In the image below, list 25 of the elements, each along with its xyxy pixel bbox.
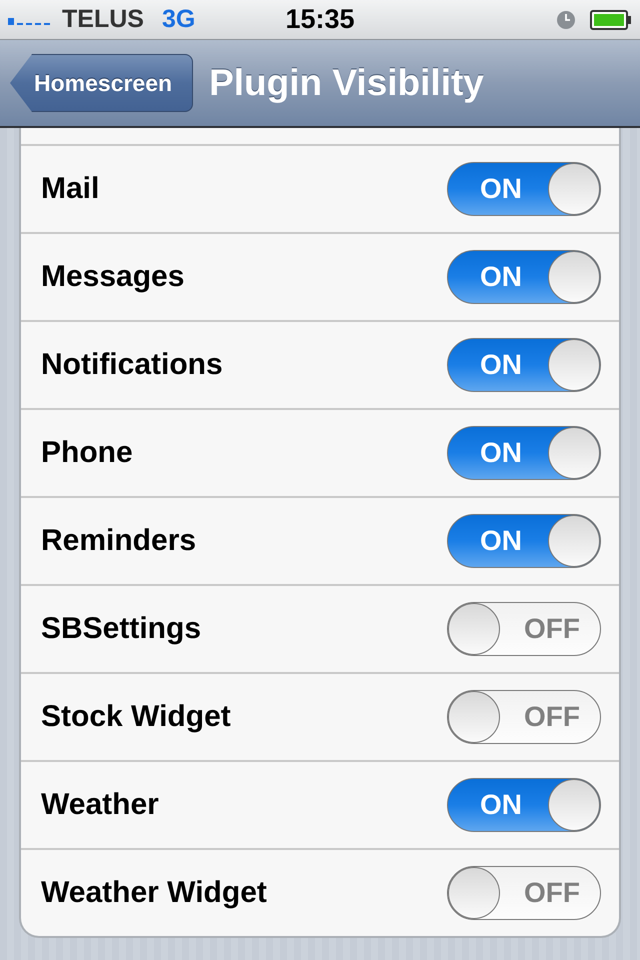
toggle-switch[interactable]: OFF (447, 866, 601, 920)
page-title: Plugin Visibility (209, 62, 484, 104)
clock-icon (556, 10, 576, 30)
battery-icon (590, 10, 632, 30)
row-label: SBSettings (41, 612, 202, 646)
status-time: 15:35 (285, 4, 355, 35)
carrier-name: TELUS (62, 5, 144, 34)
row-label: Stock Widget (41, 700, 231, 734)
toggle-switch[interactable]: ON (447, 250, 601, 304)
row-label: Weather (41, 788, 159, 822)
toggle-switch[interactable]: ON (447, 426, 601, 480)
toggle-switch[interactable]: OFF (447, 602, 601, 656)
row-label: Weather Widget (41, 876, 267, 910)
toggle-switch[interactable]: ON (447, 162, 601, 216)
toggle-switch[interactable]: ON (447, 778, 601, 832)
network-type: 3G (162, 5, 196, 34)
back-button[interactable]: Homescreen (10, 54, 194, 112)
toggle-switch[interactable]: OFF (447, 690, 601, 744)
row-label: Mail (41, 172, 100, 206)
toggle-switch[interactable]: ON (447, 338, 601, 392)
row-label: Messages (41, 260, 184, 294)
row-label: Reminders (41, 524, 196, 558)
row-label: Phone (41, 436, 133, 470)
toggle-switch[interactable]: ON (447, 514, 601, 568)
row-label: Notifications (41, 348, 223, 382)
